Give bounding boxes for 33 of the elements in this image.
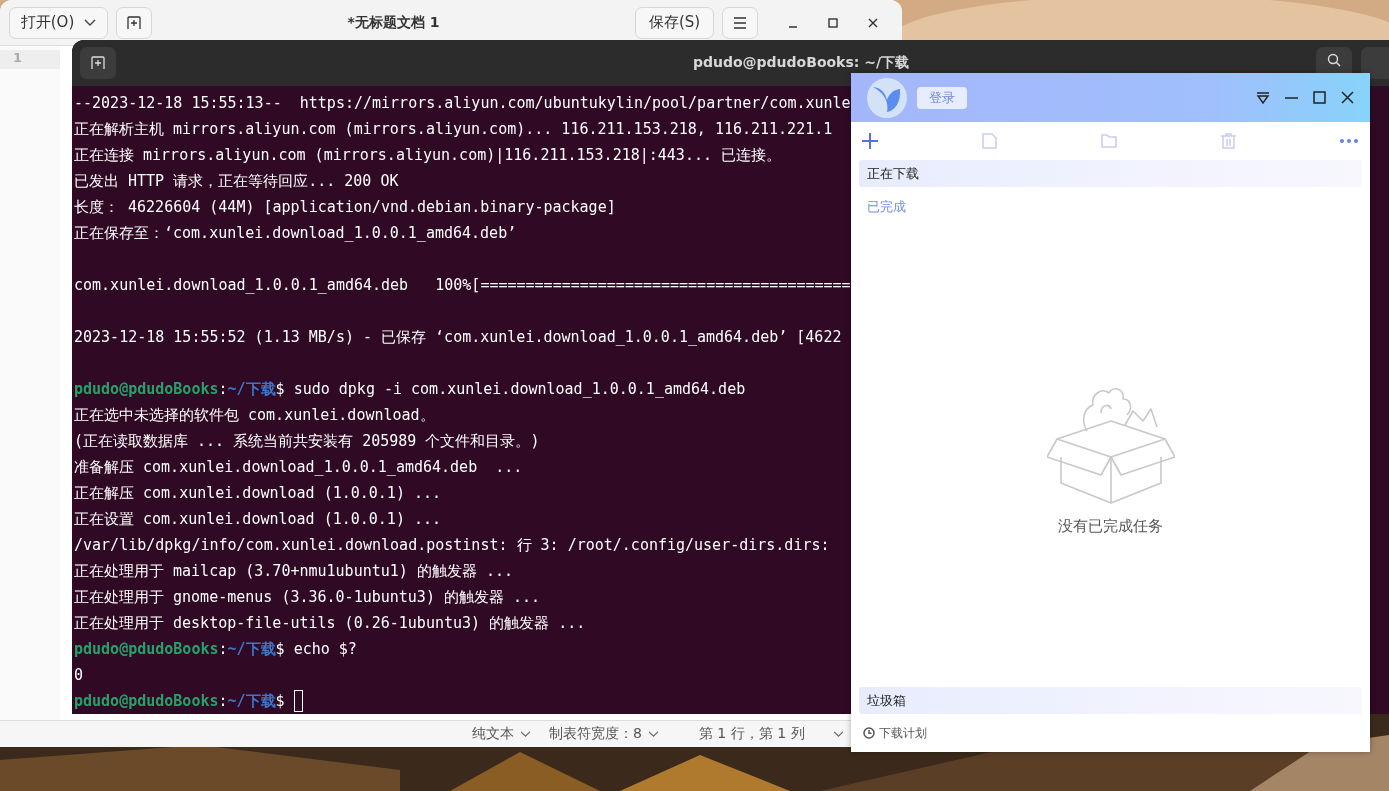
cursor-position: 第 1 行，第 1 列 [698, 725, 805, 743]
terminal-line: 已发出 HTTP 请求，正在等待回应... 200 OK [74, 171, 399, 192]
terminal-line: 正在处理用于 desktop-file-utils (0.26-1ubuntu3) 的触发器 ... [74, 613, 586, 634]
terminal-line: (正在读取数据库 ... 系统当前共安装有 205989 个文件和目录。) [74, 431, 540, 452]
nav-section[interactable]: 垃圾箱 [859, 687, 1362, 714]
line-number: 1 [0, 50, 60, 69]
nav-section[interactable]: 正在下载 [859, 160, 1362, 187]
schedule-link[interactable]: 下载计划 [863, 724, 927, 742]
status-dropdown[interactable]: 制表符宽度：8 [549, 725, 659, 743]
empty-message: 没有已完成任务 [1058, 517, 1163, 536]
terminal-line: 正在解压 com.xunlei.download (1.0.0.1) ... [74, 483, 442, 504]
terminal-line: --2023-12-18 15:55:13-- https://mirrors.aliyun.com/ubuntukylin/pool/partner/com.xunle [74, 93, 851, 114]
terminal-line: 正在选中未选择的软件包 com.xunlei.download。 [74, 405, 435, 426]
terminal-line: 准备解压 com.xunlei.download_1.0.0.1_amd64.deb ... [74, 457, 523, 478]
terminal-line: 正在设置 com.xunlei.download (1.0.0.1) ... [74, 509, 442, 530]
prompt-line: pdudo@pdudoBooks:~/下载$ echo $? [74, 639, 357, 660]
status-dropdown[interactable]: 纯文本 [472, 725, 531, 743]
terminal-line: 正在连接 mirrors.aliyun.com (mirrors.aliyun.com)|116.211.153.218|:443... 已连接。 [74, 145, 781, 166]
terminal-line: /var/lib/dpkg/info/com.xunlei.download.postinst: 行 3: /root/.config/user-dirs.dirs: [74, 535, 830, 556]
terminal-line: 2023-12-18 15:55:52 (1.13 MB/s) - 已保存 ‘com.xunlei.download_1.0.0.1_amd64.deb’ [4622 [74, 327, 842, 348]
terminal-line: 0 [74, 665, 84, 686]
terminal-line: 长度： 46226604 (44M) [application/vnd.debian.binary-package] [74, 197, 616, 218]
terminal-line: 正在处理用于 mailcap (3.70+nmu1ubuntu1) 的触发器 ... [74, 561, 513, 582]
window-title: pdudo@pdudoBooks: ~/下载 [692, 54, 910, 72]
save-button[interactable]: 保存(S) [635, 6, 714, 39]
open-button[interactable]: 打开(O) [9, 6, 108, 39]
prompt-line: pdudo@pdudoBooks:~/下载$ [74, 691, 285, 712]
terminal-line: 正在保存至：‘com.xunlei.download_1.0.0.1_amd64.deb’ [74, 223, 517, 244]
window-title: *无标题文档 1 [347, 13, 440, 32]
prompt-line: pdudo@pdudoBooks:~/下载$ sudo dpkg -i com.xunlei.download_1.0.0.1_amd64.deb [74, 379, 746, 400]
terminal-line: 正在解析主机 mirrors.aliyun.com (mirrors.aliyun.com)... 116.211.153.218, 116.211.221.1 [74, 119, 833, 140]
terminal-line: 正在处理用于 gnome-menus (3.36.0-1ubuntu3) 的触发器 ... [74, 587, 541, 608]
terminal-line: com.xunlei.download_1.0.0.1_amd64.deb 100%[========================================= [74, 275, 851, 296]
